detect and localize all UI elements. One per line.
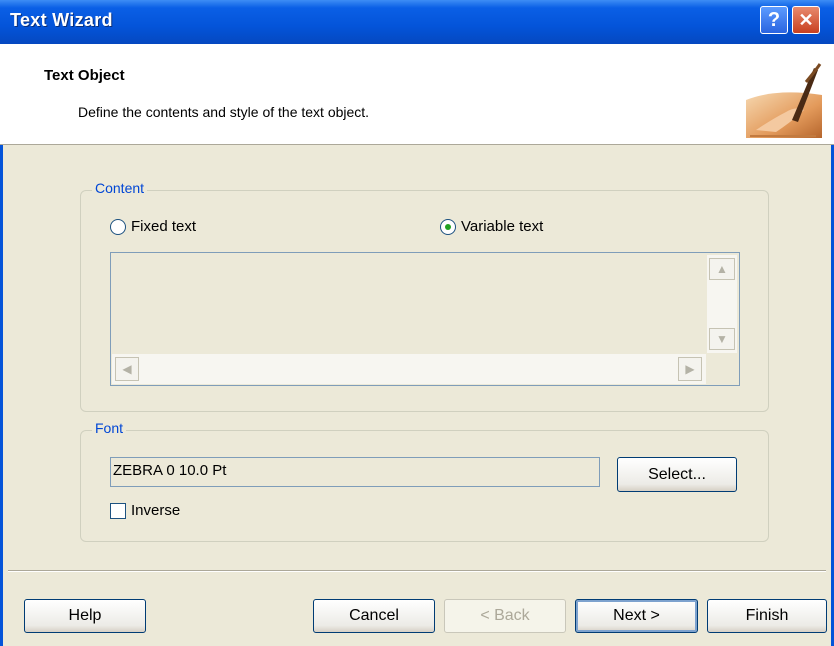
page-subtitle: Define the contents and style of the tex… — [78, 104, 370, 120]
select-font-button[interactable]: Select... — [617, 457, 737, 492]
scroll-right-glyph: ▶ — [685, 362, 695, 376]
page-title: Text Object — [44, 67, 125, 84]
content-group-label: Content — [92, 180, 148, 196]
variable-text-radio[interactable] — [440, 219, 456, 235]
back-button[interactable]: < Back — [444, 599, 566, 633]
title-bar[interactable] — [0, 0, 834, 44]
variable-text-label[interactable]: Variable text — [461, 218, 543, 235]
scroll-down-glyph: ▼ — [716, 332, 728, 346]
help-icon: ? — [767, 8, 781, 31]
finish-button[interactable]: Finish — [707, 599, 827, 633]
next-button[interactable]: Next > — [575, 599, 698, 633]
scroll-up-icon[interactable]: ▲ — [709, 258, 735, 280]
horizontal-scrollbar[interactable] — [112, 354, 706, 384]
scroll-up-glyph: ▲ — [716, 262, 728, 276]
scroll-right-icon[interactable]: ▶ — [678, 357, 702, 381]
help-button[interactable]: Help — [24, 599, 146, 633]
window-title: Text Wizard — [10, 10, 113, 30]
titlebar-help-button[interactable]: ? — [760, 6, 788, 34]
font-display-field: ZEBRA 0 10.0 Pt — [110, 457, 600, 487]
hand-writing-quill-icon — [746, 60, 822, 138]
font-group-label: Font — [92, 420, 127, 436]
titlebar-close-button[interactable]: ✕ — [792, 6, 820, 34]
wizard-header — [0, 44, 834, 145]
radio-selected-dot — [445, 224, 451, 230]
fixed-text-radio[interactable] — [110, 219, 126, 235]
cancel-button[interactable]: Cancel — [313, 599, 435, 633]
scroll-left-icon[interactable]: ◀ — [115, 357, 139, 381]
scroll-left-glyph: ◀ — [122, 362, 132, 376]
close-icon: ✕ — [798, 9, 814, 30]
footer-separator — [8, 570, 826, 572]
scroll-down-icon[interactable]: ▼ — [709, 328, 735, 350]
inverse-label[interactable]: Inverse — [131, 502, 180, 519]
inverse-checkbox[interactable] — [110, 503, 126, 519]
fixed-text-label[interactable]: Fixed text — [131, 218, 196, 235]
